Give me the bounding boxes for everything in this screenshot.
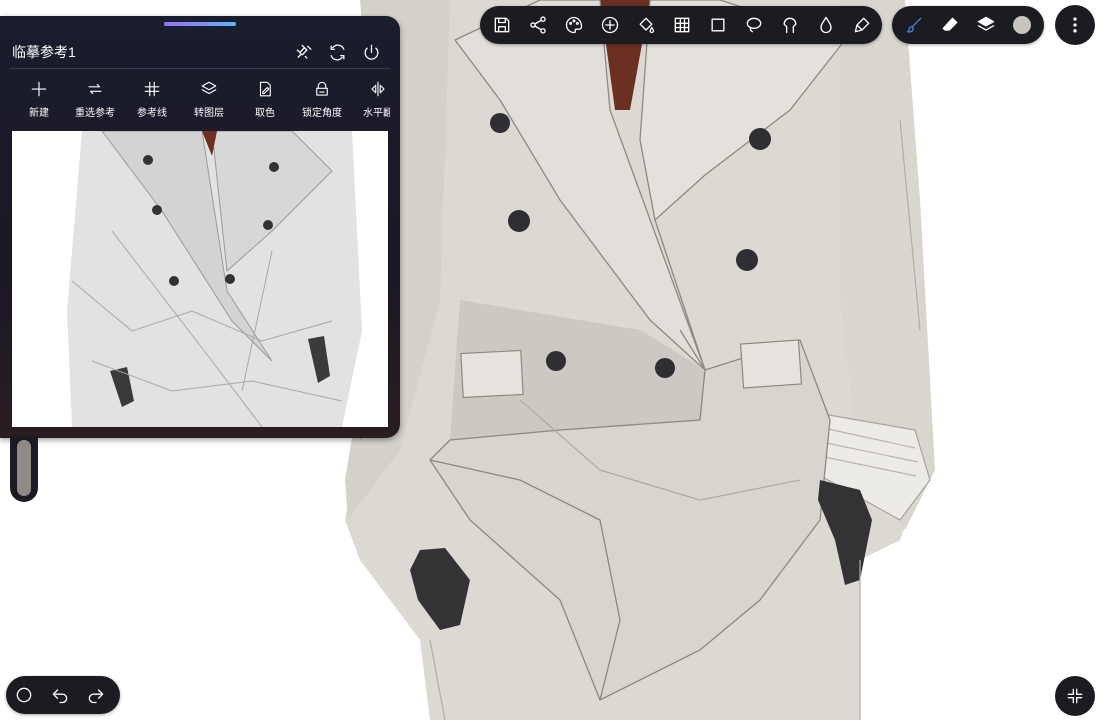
fill-icon[interactable] [628,7,664,43]
action-label: 水平翻 [363,108,390,119]
panel-divider [10,68,390,69]
panel-resize-handle[interactable] [10,436,38,502]
reference-image[interactable] [12,131,388,427]
panel-drag-handle[interactable] [164,22,236,26]
flip-horizontal-button[interactable]: 水平翻 [348,78,390,122]
brush-icon[interactable] [896,7,932,43]
pin-icon[interactable] [292,40,316,64]
collapse-ui-button[interactable] [1055,676,1095,716]
liquify-icon[interactable] [772,7,808,43]
more-menu-button[interactable] [1055,5,1095,45]
redo-icon[interactable] [78,677,114,713]
swap-icon [88,83,102,95]
flip-horizontal-icon [371,81,385,97]
brush-toolbar [892,6,1044,44]
action-label: 新建 [29,108,49,119]
action-label: 重选参考 [75,108,115,119]
palette-icon[interactable] [556,7,592,43]
grid-hash-icon [144,81,160,97]
smudge-icon[interactable] [844,7,880,43]
more-vertical-icon [1073,17,1077,33]
history-controls [6,676,120,714]
plus-icon [31,81,47,97]
reference-sketch [67,131,362,427]
color-swatch-icon[interactable] [1004,7,1040,43]
share-icon[interactable] [520,7,556,43]
resize-grip [17,440,31,496]
pick-color-button[interactable]: 取色 [235,78,295,122]
reference-panel-title: 临摹参考1 [12,44,76,60]
save-icon[interactable] [484,7,520,43]
action-label: 取色 [255,108,275,119]
layers-icon [201,81,217,95]
action-label: 参考线 [137,108,167,119]
lock-angle-icon [316,81,328,96]
brush-size-circle-icon[interactable] [6,677,42,713]
lock-angle-button[interactable]: 锁定角度 [292,78,352,122]
top-toolbar [480,6,882,44]
add-icon[interactable] [592,7,628,43]
action-label: 锁定角度 [302,108,342,119]
new-reference-button[interactable]: 新建 [9,78,69,122]
collapse-icon [1067,688,1083,704]
guide-lines-button[interactable]: 参考线 [122,78,182,122]
reference-panel: 临摹参考1 新建 重选参考 参考线 转图层 取色 锁定角度 水平翻 [0,16,400,438]
transform-icon[interactable] [700,7,736,43]
coat-artwork [345,0,935,720]
reference-actions: 新建 重选参考 参考线 转图层 取色 锁定角度 水平翻 [0,78,390,122]
eraser-icon[interactable] [932,7,968,43]
blur-icon[interactable] [808,7,844,43]
action-label: 转图层 [194,108,224,119]
power-icon[interactable] [359,40,383,64]
layers-icon[interactable] [968,7,1004,43]
reselect-reference-button[interactable]: 重选参考 [65,78,125,122]
color-picker-icon [259,81,271,97]
grid-icon[interactable] [664,7,700,43]
refresh-icon[interactable] [325,40,349,64]
lasso-icon[interactable] [736,7,772,43]
to-layer-button[interactable]: 转图层 [179,78,239,122]
undo-icon[interactable] [42,677,78,713]
